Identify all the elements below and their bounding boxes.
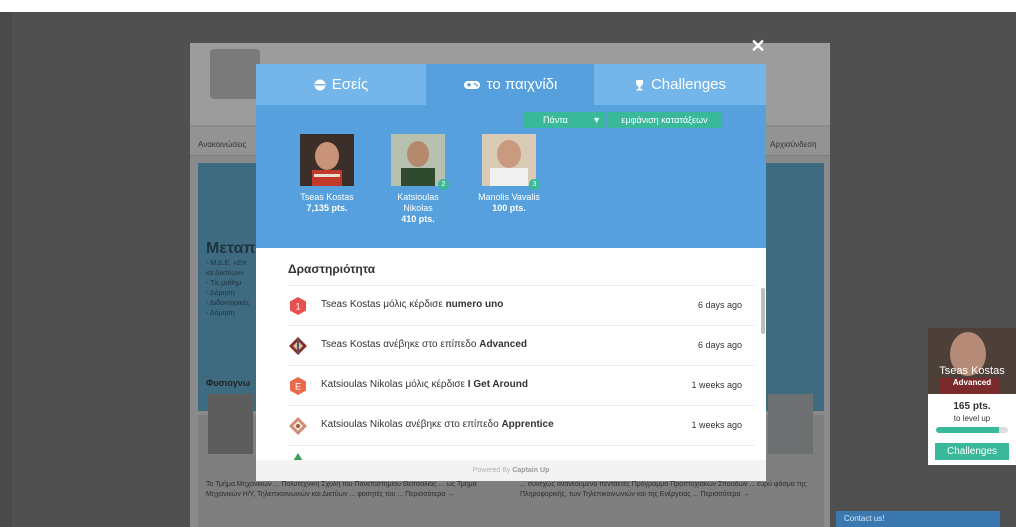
activity-action: ανέβηκε στο επίπεδο: [402, 419, 502, 430]
activity-action: μόλις κέρδισε: [402, 379, 468, 390]
site-section-image: [208, 394, 253, 454]
leaderboard-panel: Πάντα ▼ εμφάνιση κατατάξεων Tseas Kostas…: [256, 105, 766, 248]
banner-line: - Τίς μαθημ: [206, 280, 242, 287]
leader-name: Tseas Kostas: [300, 192, 354, 202]
time-filter-value: Πάντα: [543, 115, 568, 125]
site-nav-right-label: Αρχισύνδεση: [770, 140, 817, 149]
face-icon: [314, 79, 326, 90]
activity-item[interactable]: E Katsioulas Nikolas μόλις κέρδισε I Get…: [288, 365, 754, 406]
site-banner-lines: - Μ.Δ.Ε. «Επ κα Δικτύων» - Τίς μαθημ - Δ…: [206, 259, 250, 319]
activity-target: Apprentice: [501, 419, 554, 430]
activity-time: 6 days ago: [697, 300, 742, 310]
leader-points: 7,135 pts.: [306, 203, 348, 213]
activity-user: Katsioulas Nikolas: [321, 419, 403, 430]
leader-points: 100 pts.: [492, 203, 526, 213]
banner-line: - Διδακτορικές: [206, 300, 250, 307]
activity-user: Katsioulas Nikolas: [321, 379, 403, 390]
activity-time: 6 days ago: [697, 340, 742, 350]
tab-challenges[interactable]: Challenges: [594, 64, 766, 105]
activity-action: ανέβηκε στο επίπεδο: [380, 339, 480, 350]
site-text-left: Το Τμήμα Μηχανικών ... Πολυτεχνική Σχολή…: [206, 481, 477, 498]
activity-target: I Get Around: [467, 379, 528, 390]
activity-user: Tseas Kostas: [321, 299, 381, 310]
rank-badge: 3: [529, 179, 540, 190]
widget-points: 165 pts.: [953, 401, 991, 412]
widget-player-name: Tseas Kostas: [939, 365, 1005, 377]
leader-name: Manolis Vavalis: [478, 192, 540, 202]
leaderboard-entry[interactable]: Tseas Kostas 7,135 pts.: [282, 134, 372, 214]
trophy-icon: [635, 79, 643, 90]
activity-heading: Δραστηριότητα: [288, 262, 376, 276]
activity-item[interactable]: 1 Tseas Kostas μόλις κέρδισε numero uno …: [288, 285, 754, 326]
time-filter-select[interactable]: Πάντα ▼: [523, 112, 605, 128]
site-nav-left-label: Ανακοινώσεις: [198, 140, 247, 149]
close-icon[interactable]: ✕: [750, 37, 766, 55]
contact-us-tab[interactable]: Contact us!: [836, 511, 1000, 527]
avatar-wrapper: 2: [391, 134, 449, 190]
challenges-button[interactable]: Challenges: [935, 443, 1009, 460]
leader-name: Katsioulas Nikolas: [397, 192, 439, 213]
avatar: [300, 134, 354, 186]
activity-item[interactable]: [288, 445, 754, 461]
leaderboard-entry[interactable]: 2 Katsioulas Nikolas 410 pts.: [373, 134, 463, 225]
banner-line: κα Δικτύων»: [206, 270, 245, 277]
avatar: [391, 134, 445, 186]
activity-time: 1 weeks ago: [691, 420, 742, 430]
level-diamond-icon: [289, 417, 307, 435]
site-logo: [210, 49, 260, 99]
widget-level: Advanced: [952, 378, 992, 387]
hexagon-badge-1-icon: 1: [290, 297, 306, 315]
avatar: [482, 134, 536, 186]
activity-item[interactable]: Katsioulas Nikolas ανέβηκε στο επίπεδο A…: [288, 405, 754, 446]
level-progress-fill: [936, 427, 1000, 433]
show-rankings-button[interactable]: εμφάνιση κατατάξεων: [607, 112, 722, 128]
banner-line: - Δόμηση: [206, 290, 235, 297]
tab-you[interactable]: Εσείς: [256, 64, 426, 105]
level-diamond-icon: [289, 337, 307, 355]
controller-icon: [463, 80, 480, 89]
chevron-down-icon: ▼: [592, 115, 601, 125]
modal-tabs: Εσείς το παιχνίδι Challenges: [256, 64, 766, 105]
footer-prefix: Powered By: [472, 467, 513, 474]
player-widget[interactable]: Tseas Kostas Advanced 165 pts. to level …: [928, 328, 1016, 465]
activity-text: Katsioulas Nikolas ανέβηκε στο επίπεδο A…: [321, 419, 554, 430]
activity-target: Advanced: [479, 339, 528, 350]
activity-scrollbar[interactable]: [761, 288, 765, 334]
tab-game-label: το παιχνίδι: [486, 76, 558, 93]
tab-you-label: Εσείς: [331, 76, 369, 93]
rank-badge: 2: [438, 179, 449, 190]
activity-time: 1 weeks ago: [691, 380, 742, 390]
activity-text: Tseas Kostas μόλις κέρδισε numero uno: [321, 299, 503, 310]
level-progress-bar: [936, 427, 1008, 433]
svg-text:E: E: [295, 382, 301, 392]
activity-target: numero uno: [445, 299, 504, 310]
banner-line: - Δόμηση: [206, 310, 235, 317]
leader-points: 410 pts.: [401, 214, 435, 224]
banner-line: - Μ.Δ.Ε. «Επ: [206, 260, 247, 267]
site-section-image: [768, 394, 813, 454]
activity-text: Katsioulas Nikolas μόλις κέρδισε I Get A…: [321, 379, 528, 390]
tab-game[interactable]: το παιχνίδι: [426, 64, 594, 105]
activity-action: μόλις κέρδισε: [380, 299, 446, 310]
avatar-wrapper: 3: [482, 134, 540, 190]
site-banner-title: Μεταπ: [206, 240, 256, 257]
leaderboard-entry[interactable]: 3 Manolis Vavalis 100 pts.: [464, 134, 554, 214]
widget-to-level: to level up: [953, 414, 991, 423]
gamification-modal: Εσείς το παιχνίδι Challenges Πάντα ▼ εμφ…: [256, 64, 766, 481]
activity-text: Tseas Kostas ανέβηκε στο επίπεδο Advance…: [321, 339, 527, 350]
browser-top-strip: [0, 0, 1016, 12]
powered-by-footer[interactable]: Powered By Captain Up: [256, 460, 766, 481]
tab-challenges-label: Challenges: [650, 76, 727, 93]
activity-item[interactable]: Tseas Kostas ανέβηκε στο επίπεδο Advance…: [288, 325, 754, 366]
footer-brand: Captain Up: [512, 467, 550, 474]
hexagon-badge-e-icon: E: [290, 377, 306, 395]
svg-text:1: 1: [295, 302, 300, 312]
activity-user: Tseas Kostas: [321, 339, 381, 350]
site-section-heading: Φυσιογνω: [206, 378, 251, 388]
site-text-right: ... συνεχώς ανανεούμενο πενταετές Πρόγρα…: [520, 481, 807, 498]
